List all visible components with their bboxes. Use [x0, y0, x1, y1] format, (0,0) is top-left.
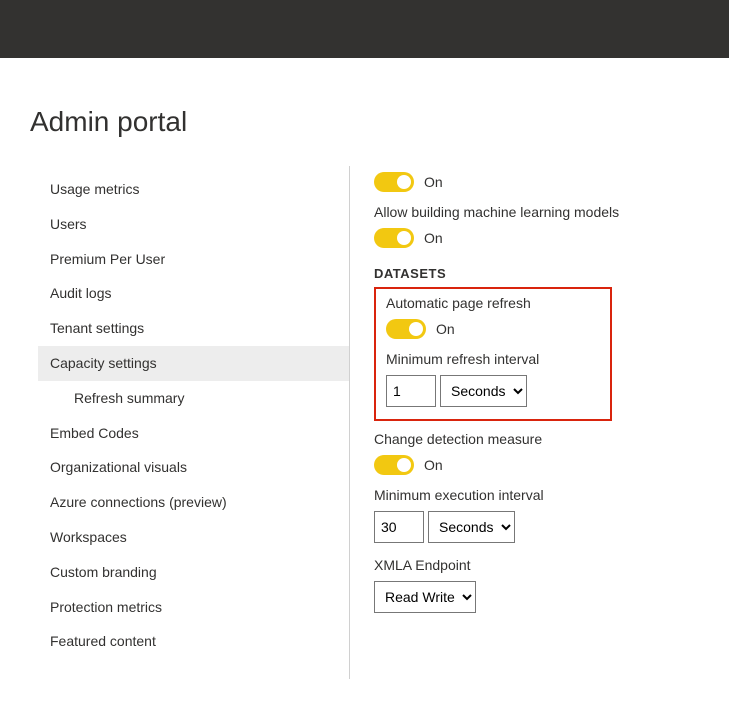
sidebar-item-workspaces[interactable]: Workspaces — [38, 520, 349, 555]
auto-page-refresh-label: Automatic page refresh — [386, 295, 600, 311]
sidebar-item-protection-metrics[interactable]: Protection metrics — [38, 590, 349, 625]
automatic-page-refresh-highlight: Automatic page refresh On Minimum refres… — [374, 287, 612, 421]
toggle-auto-page-refresh-state: On — [436, 321, 455, 337]
toggle-ml-models-state: On — [424, 230, 443, 246]
main-panel: On Allow building machine learning model… — [350, 166, 729, 679]
xmla-endpoint-label: XMLA Endpoint — [374, 557, 729, 573]
sidebar: Usage metrics Users Premium Per User Aud… — [30, 166, 350, 679]
sidebar-item-users[interactable]: Users — [38, 207, 349, 242]
toggle-change-detection-state: On — [424, 457, 443, 473]
sidebar-item-tenant-settings[interactable]: Tenant settings — [38, 311, 349, 346]
toggle-auto-page-refresh[interactable] — [386, 319, 426, 339]
change-detection-label: Change detection measure — [374, 431, 729, 447]
min-refresh-interval-unit[interactable]: Seconds — [440, 375, 527, 407]
ml-models-label: Allow building machine learning models — [374, 204, 729, 220]
sidebar-item-capacity-settings[interactable]: Capacity settings — [38, 346, 349, 381]
sidebar-item-featured-content[interactable]: Featured content — [38, 624, 349, 659]
toggle-unlabeled-state: On — [424, 174, 443, 190]
min-exec-interval-label: Minimum execution interval — [374, 487, 729, 503]
sidebar-item-organizational-visuals[interactable]: Organizational visuals — [38, 450, 349, 485]
sidebar-item-usage-metrics[interactable]: Usage metrics — [38, 172, 349, 207]
toggle-ml-models[interactable] — [374, 228, 414, 248]
sidebar-item-custom-branding[interactable]: Custom branding — [38, 555, 349, 590]
page-title: Admin portal — [30, 106, 729, 138]
datasets-section-head: DATASETS — [374, 266, 729, 281]
sidebar-item-audit-logs[interactable]: Audit logs — [38, 276, 349, 311]
sidebar-item-azure-connections[interactable]: Azure connections (preview) — [38, 485, 349, 520]
toggle-change-detection[interactable] — [374, 455, 414, 475]
min-refresh-interval-input[interactable] — [386, 375, 436, 407]
sidebar-item-refresh-summary[interactable]: Refresh summary — [38, 381, 349, 416]
sidebar-item-premium-per-user[interactable]: Premium Per User — [38, 242, 349, 277]
toggle-unlabeled[interactable] — [374, 172, 414, 192]
min-refresh-interval-label: Minimum refresh interval — [386, 351, 600, 367]
xmla-endpoint-select[interactable]: Read Write — [374, 581, 476, 613]
min-exec-interval-input[interactable] — [374, 511, 424, 543]
sidebar-item-embed-codes[interactable]: Embed Codes — [38, 416, 349, 451]
min-exec-interval-unit[interactable]: Seconds — [428, 511, 515, 543]
top-bar — [0, 0, 729, 58]
